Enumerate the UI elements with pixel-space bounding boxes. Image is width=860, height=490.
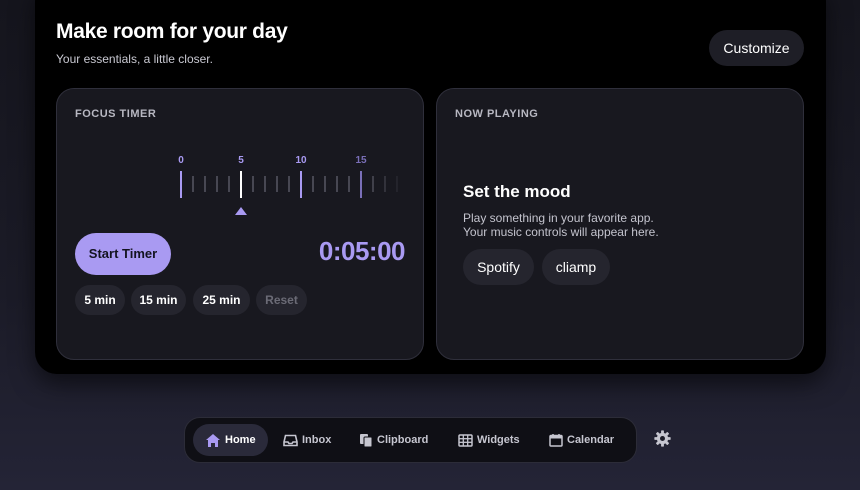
timer-ruler[interactable]: 0 5 10 15 (172, 149, 412, 219)
nav-item-label: Widgets (477, 434, 520, 446)
calendar-icon (549, 434, 563, 447)
focus-timer-card: FOCUS TIMER 0 5 10 15 Start Timer 0:05:0… (56, 88, 424, 360)
page-title: Make room for your day (56, 20, 288, 43)
nav-item-widgets[interactable]: Widgets (458, 424, 520, 456)
nav-item-label: Clipboard (377, 434, 429, 446)
focus-timer-label: FOCUS TIMER (75, 108, 157, 120)
mood-title: Set the mood (463, 182, 571, 201)
reset-button[interactable]: Reset (256, 285, 307, 315)
timer-display: 0:05:00 (318, 236, 406, 266)
page-subtitle: Your essentials, a little closer. (56, 52, 213, 66)
mood-description-line-1: Play something in your favorite app. (463, 211, 654, 225)
ruler-pointer-icon (235, 207, 247, 215)
home-icon (206, 433, 220, 447)
preset-5-min-button[interactable]: 5 min (75, 285, 125, 315)
now-playing-label: NOW PLAYING (455, 108, 539, 120)
nav-item-inbox[interactable]: Inbox (283, 424, 331, 456)
clipboard-icon (360, 433, 373, 447)
mood-description-line-2: Your music controls will appear here. (463, 225, 659, 239)
ruler-label-0: 0 (178, 155, 184, 166)
widgets-icon (458, 433, 473, 447)
now-playing-card: NOW PLAYING Set the mood Play something … (436, 88, 804, 360)
preset-25-min-button[interactable]: 25 min (193, 285, 250, 315)
preset-15-min-button[interactable]: 15 min (131, 285, 186, 315)
inbox-icon (283, 434, 298, 446)
nav-item-label: Home (225, 434, 256, 446)
nav-item-clipboard[interactable]: Clipboard (359, 424, 428, 456)
nav-item-label: Inbox (302, 434, 332, 446)
ruler-label-15: 15 (355, 155, 367, 166)
customize-button[interactable]: Customize (709, 30, 804, 66)
mood-description: Play something in your favorite app. You… (463, 211, 659, 239)
ruler-label-10: 10 (295, 155, 307, 166)
start-timer-button[interactable]: Start Timer (75, 233, 171, 275)
ruler-label-5: 5 (238, 155, 244, 166)
bottom-nav: Home Inbox Clipboard Widgets Calendar (184, 417, 637, 463)
nav-item-home[interactable]: Home (193, 424, 268, 456)
nav-item-label: Calendar (567, 434, 615, 446)
spotify-button[interactable]: Spotify (463, 249, 534, 285)
cliamp-button[interactable]: cliamp (542, 249, 610, 285)
nav-item-calendar[interactable]: Calendar (549, 424, 614, 456)
gear-icon[interactable] (654, 430, 671, 447)
